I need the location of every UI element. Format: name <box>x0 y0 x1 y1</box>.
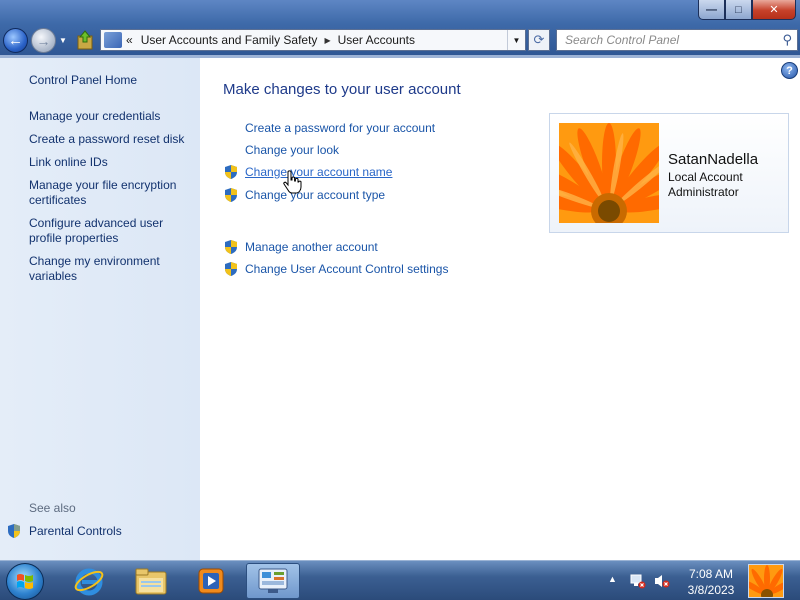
taskbar-control-panel[interactable] <box>246 563 300 599</box>
help-icon[interactable]: ? <box>781 62 798 79</box>
windows-logo-icon <box>17 574 33 589</box>
network-icon[interactable] <box>628 573 646 589</box>
folder-icon <box>135 568 167 595</box>
forward-arrow-icon: → <box>36 32 51 49</box>
maximize-button[interactable]: □ <box>725 0 752 20</box>
account-role: Administrator <box>668 185 739 199</box>
uac-shield-icon <box>225 262 237 276</box>
manage-another-account-link[interactable]: Manage another account <box>245 240 378 254</box>
clock-time: 7:08 AM <box>688 567 734 581</box>
taskbar-windows-explorer[interactable] <box>124 563 178 599</box>
internet-explorer-icon <box>74 568 104 596</box>
uac-shield-icon <box>225 165 237 179</box>
system-clock[interactable]: 7:08 AM 3/8/2023 <box>680 566 742 598</box>
sidebar-item-environment-variables[interactable]: Change my environment variables <box>29 254 194 284</box>
back-arrow-icon: ← <box>8 32 23 49</box>
user-name: SatanNadella <box>668 151 759 168</box>
change-account-type-link[interactable]: Change your account type <box>245 188 385 202</box>
show-hidden-icons-icon[interactable]: ▲ <box>608 574 617 584</box>
breadcrumb-user-accounts[interactable]: User Accounts <box>338 33 415 47</box>
change-look-link[interactable]: Change your look <box>245 143 339 157</box>
media-player-icon <box>198 568 224 594</box>
search-box[interactable]: ⚲ <box>556 29 798 51</box>
page-title: Make changes to your user account <box>223 81 461 98</box>
refresh-button[interactable]: ⟳ <box>528 29 550 51</box>
taskbar: ▲ 7:08 AM 3/8/2023 <box>0 560 800 600</box>
address-overflow[interactable]: « <box>126 33 133 47</box>
address-bar[interactable]: « User Accounts and Family Safety ▶ User… <box>100 29 526 51</box>
user-picture[interactable] <box>559 123 659 223</box>
uac-shield-icon <box>225 240 237 254</box>
sidebar-item-file-encryption[interactable]: Manage your file encryption certificates <box>29 178 194 208</box>
sidebar-item-parental-controls[interactable]: Parental Controls <box>29 524 194 539</box>
address-dropdown-icon[interactable]: ▼ <box>507 30 525 50</box>
control-panel-icon <box>104 32 122 48</box>
up-level-icon[interactable] <box>76 30 94 50</box>
window-controls: — □ ✕ <box>698 0 796 20</box>
sidebar-item-advanced-profile[interactable]: Configure advanced user profile properti… <box>29 216 194 246</box>
account-type: Local Account <box>668 170 743 184</box>
back-button[interactable]: ← <box>3 28 28 53</box>
start-button[interactable] <box>6 563 44 600</box>
hand-cursor-icon <box>283 170 302 194</box>
breadcrumb-user-accounts-family-safety[interactable]: User Accounts and Family Safety <box>141 33 318 47</box>
search-icon[interactable]: ⚲ <box>782 32 792 48</box>
create-password-link[interactable]: Create a password for your account <box>245 121 435 135</box>
forward-button[interactable]: → <box>31 28 56 53</box>
breadcrumb-separator-icon[interactable]: ▶ <box>324 36 330 45</box>
main-content: ? Make changes to your user account Crea… <box>200 58 800 560</box>
see-also-heading: See also <box>29 501 76 515</box>
sidebar-item-manage-credentials[interactable]: Manage your credentials <box>29 109 194 124</box>
user-tile-thumbnail[interactable] <box>748 564 784 598</box>
taskbar-media-player[interactable] <box>184 563 238 599</box>
uac-shield-icon <box>8 524 20 538</box>
sidebar-item-control-panel-home[interactable]: Control Panel Home <box>29 73 194 88</box>
user-account-card: SatanNadella Local Account Administrator <box>549 113 789 233</box>
sidebar-item-link-online-ids[interactable]: Link online IDs <box>29 155 194 170</box>
recent-pages-dropdown-icon[interactable]: ▼ <box>59 36 67 45</box>
sidebar-item-password-reset-disk[interactable]: Create a password reset disk <box>29 132 194 147</box>
search-input[interactable] <box>565 33 770 47</box>
uac-settings-link[interactable]: Change User Account Control settings <box>245 262 448 276</box>
taskbar-internet-explorer[interactable] <box>62 563 116 599</box>
minimize-button[interactable]: — <box>698 0 725 20</box>
refresh-icon: ⟳ <box>533 32 545 47</box>
window-title-bar: — □ ✕ ← → ▼ « User Accounts and Family S… <box>0 0 800 58</box>
clock-date: 3/8/2023 <box>687 583 735 597</box>
volume-muted-icon[interactable] <box>653 573 671 589</box>
sidebar: Control Panel Home Manage your credentia… <box>0 58 200 560</box>
change-account-name-link[interactable]: Change your account name <box>245 165 392 179</box>
close-button[interactable]: ✕ <box>752 0 796 20</box>
uac-shield-icon <box>225 188 237 202</box>
control-panel-icon <box>258 568 288 593</box>
